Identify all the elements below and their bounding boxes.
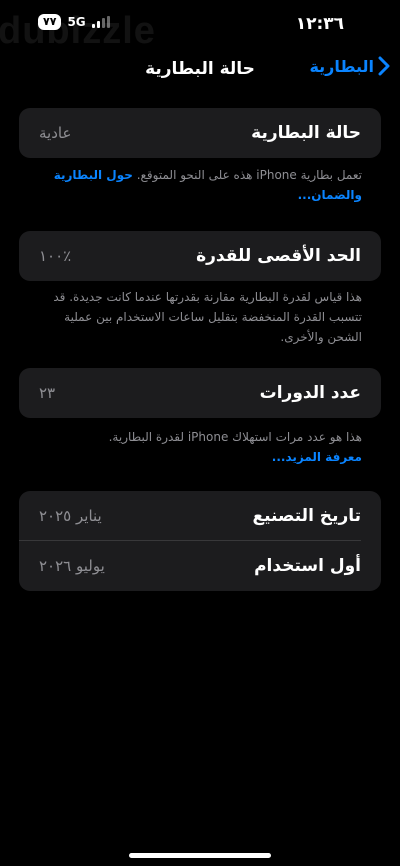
max-capacity-note: هذا قياس لقدرة البطارية مقارنة بقدرتها ع… [53, 290, 362, 344]
max-capacity-row: الحد الأقصى للقدرة ٪١٠٠ [19, 231, 381, 281]
battery-health-label: حالة البطارية [251, 123, 361, 143]
navigation-bar: حالة البطارية البطارية [0, 56, 400, 86]
first-use-label: أول استخدام [254, 556, 361, 576]
battery-health-card: حالة البطارية عادية [19, 108, 381, 158]
cycle-count-note-text: هذا هو عدد مرات استهلاك iPhone لقدرة الب… [108, 430, 362, 444]
learn-more-link[interactable]: معرفة المزيد... [272, 450, 362, 464]
cycle-count-label: عدد الدورات [259, 383, 361, 403]
battery-indicator: ٧٧ [38, 14, 62, 30]
max-capacity-label: الحد الأقصى للقدرة [196, 246, 361, 266]
max-capacity-value: ٪١٠٠ [39, 247, 72, 265]
first-use-value: يوليو ٢٠٢٦ [39, 557, 105, 575]
battery-health-row: حالة البطارية عادية [19, 108, 381, 158]
first-use-row: أول استخدام يوليو ٢٠٢٦ [19, 541, 381, 591]
battery-health-value: عادية [39, 124, 72, 142]
manufacture-date-value: يناير ٢٠٢٥ [39, 507, 102, 525]
cycle-count-value: ٢٣ [39, 384, 56, 402]
manufacture-date-row: تاريخ التصنيع يناير ٢٠٢٥ [19, 491, 381, 541]
chevron-left-icon [378, 56, 390, 76]
battery-dates-card: تاريخ التصنيع يناير ٢٠٢٥ أول استخدام يول… [19, 491, 381, 591]
status-time: ١٢:٣٦ [295, 14, 344, 34]
back-button[interactable]: البطارية [309, 56, 390, 76]
network-type: 5G [67, 15, 86, 29]
battery-health-note: تعمل بطارية iPhone هذه على النحو المتوقع… [32, 165, 362, 205]
cycle-count-row: عدد الدورات ٢٣ [19, 368, 381, 418]
cellular-signal-icon [91, 16, 110, 28]
cycle-count-card: عدد الدورات ٢٣ [19, 368, 381, 418]
max-capacity-card: الحد الأقصى للقدرة ٪١٠٠ [19, 231, 381, 281]
battery-health-note-text: تعمل بطارية iPhone هذه على النحو المتوقع… [136, 168, 362, 182]
status-bar: ٧٧ 5G ١٢:٣٦ [0, 14, 400, 40]
home-indicator[interactable] [129, 853, 271, 858]
cycle-count-note: هذا هو عدد مرات استهلاك iPhone لقدرة الب… [32, 427, 362, 467]
back-button-label: البطارية [309, 56, 374, 76]
manufacture-date-label: تاريخ التصنيع [252, 506, 362, 526]
